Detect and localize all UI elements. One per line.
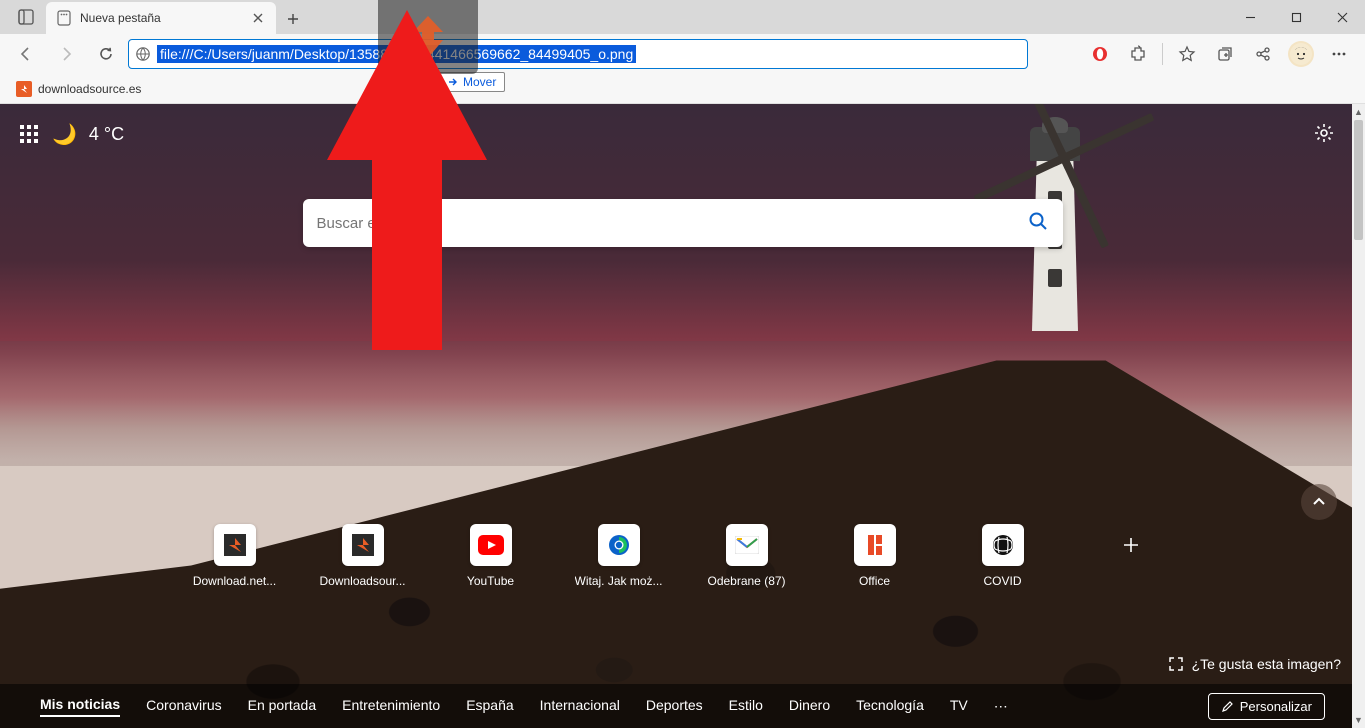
drop-hint-text: Mover	[463, 75, 496, 89]
news-nav-item[interactable]: Entretenimiento	[342, 697, 440, 716]
weather-icon[interactable]: 🌙	[52, 122, 77, 147]
profile-avatar[interactable]	[1283, 38, 1319, 70]
quicklink-item[interactable]: Odebrane (87)	[717, 524, 777, 588]
back-button[interactable]	[8, 38, 44, 70]
separator	[1162, 43, 1163, 65]
personalize-label: Personalizar	[1240, 699, 1312, 714]
address-bar[interactable]: file:///C:/Users/juanm/Desktop/135887_53…	[128, 39, 1028, 69]
quicklink-label: COVID	[983, 574, 1021, 588]
bookmark-favicon	[16, 81, 32, 97]
extensions-icon[interactable]	[1120, 38, 1156, 70]
quicklink-item[interactable]: Downloadsour...	[333, 524, 393, 588]
news-nav-item[interactable]: TV	[950, 697, 968, 716]
tab-close-button[interactable]	[250, 10, 266, 26]
news-nav-item[interactable]: Deportes	[646, 697, 703, 716]
arrow-right-icon	[447, 76, 459, 88]
quick-links: Download.net... Downloadsour... YouTube …	[205, 524, 1161, 588]
ntp-top-row: 🌙 4 °C	[20, 122, 124, 147]
bookmark-item[interactable]: downloadsource.es	[12, 78, 145, 100]
share-icon[interactable]	[1245, 38, 1281, 70]
browser-tab[interactable]: Nueva pestaña	[46, 2, 276, 34]
background-windmill	[1040, 104, 1200, 224]
new-tab-button[interactable]	[278, 4, 308, 34]
close-window-button[interactable]	[1319, 0, 1365, 34]
refresh-button[interactable]	[88, 38, 124, 70]
scroll-down-arrow[interactable]: ▼	[1352, 712, 1365, 728]
tabstrip: Nueva pestaña	[0, 0, 308, 34]
page-icon	[56, 10, 72, 26]
scroll-up-button[interactable]	[1301, 484, 1337, 520]
vertical-scrollbar[interactable]: ▲ ▼	[1352, 104, 1365, 728]
add-quicklink-button[interactable]	[1101, 524, 1161, 588]
expand-icon	[1168, 656, 1184, 672]
quicklink-label: Odebrane (87)	[707, 574, 785, 588]
quicklink-label: Downloadsour...	[319, 574, 405, 588]
news-nav-item[interactable]: España	[466, 697, 513, 716]
weather-temperature[interactable]: 4 °C	[89, 124, 124, 145]
pencil-icon	[1221, 700, 1234, 713]
app-launcher-icon[interactable]	[20, 125, 40, 145]
news-nav-item[interactable]: Coronavirus	[146, 697, 221, 716]
minimize-button[interactable]	[1227, 0, 1273, 34]
toolbar-right	[1082, 38, 1357, 70]
quicklink-item[interactable]: Office	[845, 524, 905, 588]
bookmark-label: downloadsource.es	[38, 82, 141, 96]
scroll-up-arrow[interactable]: ▲	[1352, 104, 1365, 120]
news-nav-item[interactable]: En portada	[248, 697, 317, 716]
personalize-button[interactable]: Personalizar	[1208, 693, 1325, 720]
news-nav-item[interactable]: Estilo	[729, 697, 763, 716]
scroll-thumb[interactable]	[1354, 120, 1363, 240]
quicklink-item[interactable]: COVID	[973, 524, 1033, 588]
bookmarks-bar: downloadsource.es	[0, 74, 1365, 104]
image-feedback-link[interactable]: ¿Te gusta esta imagen?	[1168, 656, 1341, 672]
page-settings-icon[interactable]	[1313, 122, 1335, 149]
search-box[interactable]	[303, 199, 1063, 247]
tab-actions-icon[interactable]	[8, 0, 44, 34]
quicklink-label: YouTube	[467, 574, 514, 588]
drag-ghost-icon	[378, 0, 478, 74]
extension-opera-icon[interactable]	[1082, 38, 1118, 70]
window-controls	[1227, 0, 1365, 34]
news-nav-item[interactable]: Internacional	[540, 697, 620, 716]
quicklink-item[interactable]: Witaj. Jak moż...	[589, 524, 649, 588]
favorites-icon[interactable]	[1169, 38, 1205, 70]
news-nav-item[interactable]: Tecnología	[856, 697, 924, 716]
quicklink-item[interactable]: Download.net...	[205, 524, 265, 588]
toolbar: file:///C:/Users/juanm/Desktop/135887_53…	[0, 34, 1365, 74]
settings-menu-icon[interactable]	[1321, 38, 1357, 70]
collections-icon[interactable]	[1207, 38, 1243, 70]
search-input[interactable]	[317, 215, 1027, 232]
window-titlebar: Nueva pestaña	[0, 0, 1365, 34]
news-nav-item[interactable]: Mis noticias	[40, 696, 120, 717]
quicklink-label: Office	[859, 574, 890, 588]
news-nav-more[interactable]: ⋯	[994, 698, 1008, 715]
quicklink-item[interactable]: YouTube	[461, 524, 521, 588]
news-nav-item[interactable]: Dinero	[789, 697, 830, 716]
maximize-button[interactable]	[1273, 0, 1319, 34]
new-tab-page: 🌙 4 °C Download.net... Downloadsour... Y…	[0, 104, 1365, 728]
drop-hint-tooltip: Mover	[438, 72, 505, 92]
quicklink-label: Witaj. Jak moż...	[575, 574, 663, 588]
news-nav: Mis noticias Coronavirus En portada Entr…	[0, 684, 1365, 728]
site-info-icon[interactable]	[135, 46, 151, 62]
quicklink-label: Download.net...	[193, 574, 276, 588]
forward-button[interactable]	[48, 38, 84, 70]
search-icon[interactable]	[1027, 210, 1049, 237]
tab-title: Nueva pestaña	[80, 11, 242, 25]
image-feedback-text: ¿Te gusta esta imagen?	[1192, 656, 1341, 672]
